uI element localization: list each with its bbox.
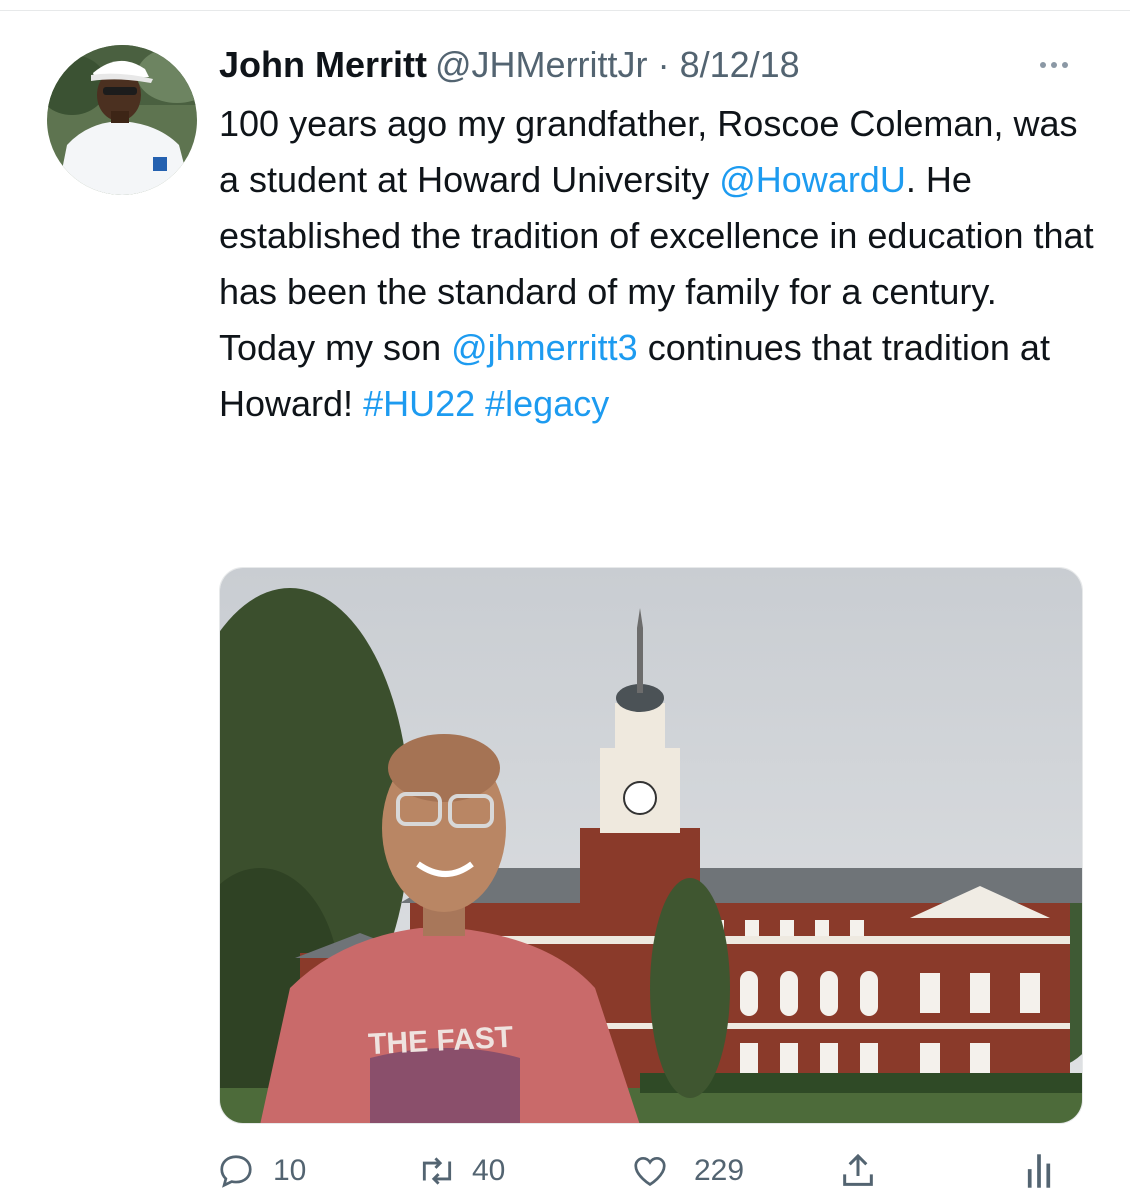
avatar-image <box>47 45 197 195</box>
separator-dot: · <box>657 44 670 85</box>
mention-link[interactable]: @HowardU <box>719 159 906 200</box>
analytics-icon <box>1027 1154 1051 1188</box>
reply-count: 10 <box>273 1154 307 1187</box>
photo-image: THE FAST <box>220 568 1082 1123</box>
tweet-date[interactable]: 8/12/18 <box>680 44 800 85</box>
retweet-count: 40 <box>472 1154 506 1187</box>
tweet-text: 100 years ago my grandfather, Roscoe Col… <box>219 96 1099 432</box>
author-name[interactable]: John Merritt <box>219 44 427 85</box>
mention-link[interactable]: @jhmerritt3 <box>451 327 638 368</box>
like-button[interactable]: 229 <box>630 1148 744 1194</box>
share-button[interactable] <box>838 1148 878 1194</box>
like-count: 229 <box>694 1154 745 1187</box>
avatar[interactable] <box>47 45 197 195</box>
tweet-header: John Merritt @JHMerrittJr · 8/12/18 <box>219 40 800 90</box>
more-options-button[interactable] <box>1030 50 1078 80</box>
hashtag-link[interactable]: #HU22 <box>363 383 475 424</box>
more-horizontal-icon <box>1040 62 1046 68</box>
reply-icon <box>220 1155 252 1188</box>
retweet-button[interactable]: 40 <box>416 1148 505 1194</box>
share-icon <box>843 1153 873 1186</box>
tweet-text-segment <box>475 383 485 424</box>
author-handle[interactable]: @JHMerrittJr <box>435 44 648 85</box>
retweet-icon <box>422 1157 452 1185</box>
hashtag-link[interactable]: #legacy <box>485 383 609 424</box>
analytics-button[interactable] <box>1026 1148 1052 1194</box>
reply-button[interactable]: 10 <box>217 1148 306 1194</box>
tweet-photo[interactable]: THE FAST <box>219 567 1083 1124</box>
action-bar: 10 40 229 <box>0 1140 1130 1200</box>
tweet[interactable]: John Merritt @JHMerrittJr · 8/12/18 100 y… <box>0 0 1130 1200</box>
heart-icon <box>634 1156 666 1187</box>
